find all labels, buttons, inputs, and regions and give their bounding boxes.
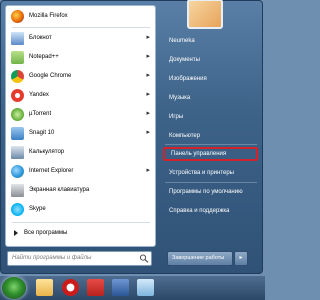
program-calculator[interactable]: Калькулятор xyxy=(8,144,153,160)
program-label: Notepad++ xyxy=(29,54,59,60)
search-input[interactable]: Найти программы и файлы xyxy=(7,251,152,266)
shutdown-button[interactable]: Завершение работы xyxy=(167,251,233,266)
place-label: Компьютер xyxy=(169,133,201,139)
shutdown-options-button[interactable]: ▸ xyxy=(234,251,248,266)
start-button[interactable] xyxy=(2,277,26,299)
opera-icon[interactable] xyxy=(62,279,79,296)
firefox-icon xyxy=(11,9,24,23)
place-computer[interactable]: Компьютер xyxy=(163,129,258,143)
triangle-right-icon xyxy=(14,230,18,236)
divider xyxy=(12,27,150,28)
chevron-right-icon[interactable]: ▸ xyxy=(146,166,150,174)
all-programs-label: Все программы xyxy=(24,230,68,236)
place-documents[interactable]: Документы xyxy=(163,53,258,67)
place-games[interactable]: Игры xyxy=(163,110,258,124)
calculator-icon xyxy=(11,145,24,159)
divider xyxy=(165,144,257,145)
program-label: µTorrent xyxy=(29,111,52,117)
place-label: Устройства и принтеры xyxy=(169,170,234,176)
chrome-icon xyxy=(11,69,24,83)
snagit-icon xyxy=(11,126,24,140)
divider xyxy=(165,182,257,183)
place-help[interactable]: Справка и поддержка xyxy=(163,204,258,218)
yandex-icon xyxy=(11,88,24,102)
programs-pane: Mozilla Firefox Блокнот ▸ Notepad++ ▸ Go… xyxy=(5,5,156,247)
place-label: Игры xyxy=(169,114,184,120)
word-icon[interactable] xyxy=(112,279,129,296)
program-notepadpp[interactable]: Notepad++ ▸ xyxy=(8,49,153,65)
place-music[interactable]: Музыка xyxy=(163,91,258,105)
place-user[interactable]: Neumeka xyxy=(163,34,258,48)
notepadpp-icon xyxy=(11,50,24,64)
program-notepad[interactable]: Блокнот ▸ xyxy=(8,30,153,46)
program-label: Калькулятор xyxy=(29,149,65,155)
window-icon[interactable] xyxy=(137,279,154,296)
place-label: Справка и поддержка xyxy=(169,208,230,214)
divider xyxy=(12,222,150,223)
chevron-right-icon: ▸ xyxy=(239,255,243,261)
place-pictures[interactable]: Изображения xyxy=(163,72,258,86)
program-label: Snagit 10 xyxy=(29,130,55,136)
place-label: Музыка xyxy=(169,95,191,101)
program-label: Yandex xyxy=(29,92,49,98)
chevron-right-icon[interactable]: ▸ xyxy=(146,109,150,117)
place-label: Документы xyxy=(169,57,200,63)
program-onscreen-keyboard[interactable]: Экранная клавиатура xyxy=(8,182,153,198)
program-label: Google Chrome xyxy=(29,73,72,79)
program-snagit[interactable]: Snagit 10 ▸ xyxy=(8,125,153,141)
ie-icon xyxy=(11,164,24,178)
program-utorrent[interactable]: µTorrent ▸ xyxy=(8,106,153,122)
program-firefox[interactable]: Mozilla Firefox xyxy=(8,8,153,24)
all-programs-button[interactable]: Все программы xyxy=(10,230,67,236)
program-label: Блокнот xyxy=(29,35,52,41)
program-skype[interactable]: Skype xyxy=(8,201,153,217)
program-chrome[interactable]: Google Chrome ▸ xyxy=(8,68,153,84)
chevron-right-icon[interactable]: ▸ xyxy=(146,71,150,79)
filezilla-icon[interactable] xyxy=(87,279,104,296)
chevron-right-icon[interactable]: ▸ xyxy=(146,128,150,136)
program-label: Internet Explorer xyxy=(29,168,74,174)
place-label: Neumeka xyxy=(169,38,195,44)
skype-icon xyxy=(11,202,24,216)
program-internet-explorer[interactable]: Internet Explorer ▸ xyxy=(8,163,153,179)
program-label: Экранная клавиатура xyxy=(29,187,90,193)
start-menu: Mozilla Firefox Блокнот ▸ Notepad++ ▸ Go… xyxy=(0,0,263,274)
chevron-right-icon[interactable]: ▸ xyxy=(146,90,150,98)
place-label: Изображения xyxy=(169,76,207,82)
chevron-right-icon[interactable]: ▸ xyxy=(146,52,150,60)
program-label: Mozilla Firefox xyxy=(29,13,68,19)
utorrent-icon xyxy=(11,107,24,121)
user-picture[interactable] xyxy=(187,0,223,29)
chevron-right-icon[interactable]: ▸ xyxy=(146,33,150,41)
places-pane: Neumeka Документы Изображения Музыка Игр… xyxy=(161,1,261,247)
search-placeholder: Найти программы и файлы xyxy=(12,255,92,261)
place-devices-printers[interactable]: Устройства и принтеры xyxy=(163,166,258,180)
program-yandex[interactable]: Yandex ▸ xyxy=(8,87,153,103)
place-default-programs[interactable]: Программы по умолчанию xyxy=(163,185,258,199)
program-label: Skype xyxy=(29,206,46,212)
explorer-icon[interactable] xyxy=(36,279,53,296)
search-icon xyxy=(139,254,149,263)
place-label: Панель управления xyxy=(171,151,227,157)
place-control-panel[interactable]: Панель управления xyxy=(163,147,258,161)
shutdown-label: Завершение работы xyxy=(172,255,225,261)
place-label: Программы по умолчанию xyxy=(169,189,243,195)
keyboard-icon xyxy=(11,183,24,197)
notepad-icon xyxy=(11,31,24,45)
